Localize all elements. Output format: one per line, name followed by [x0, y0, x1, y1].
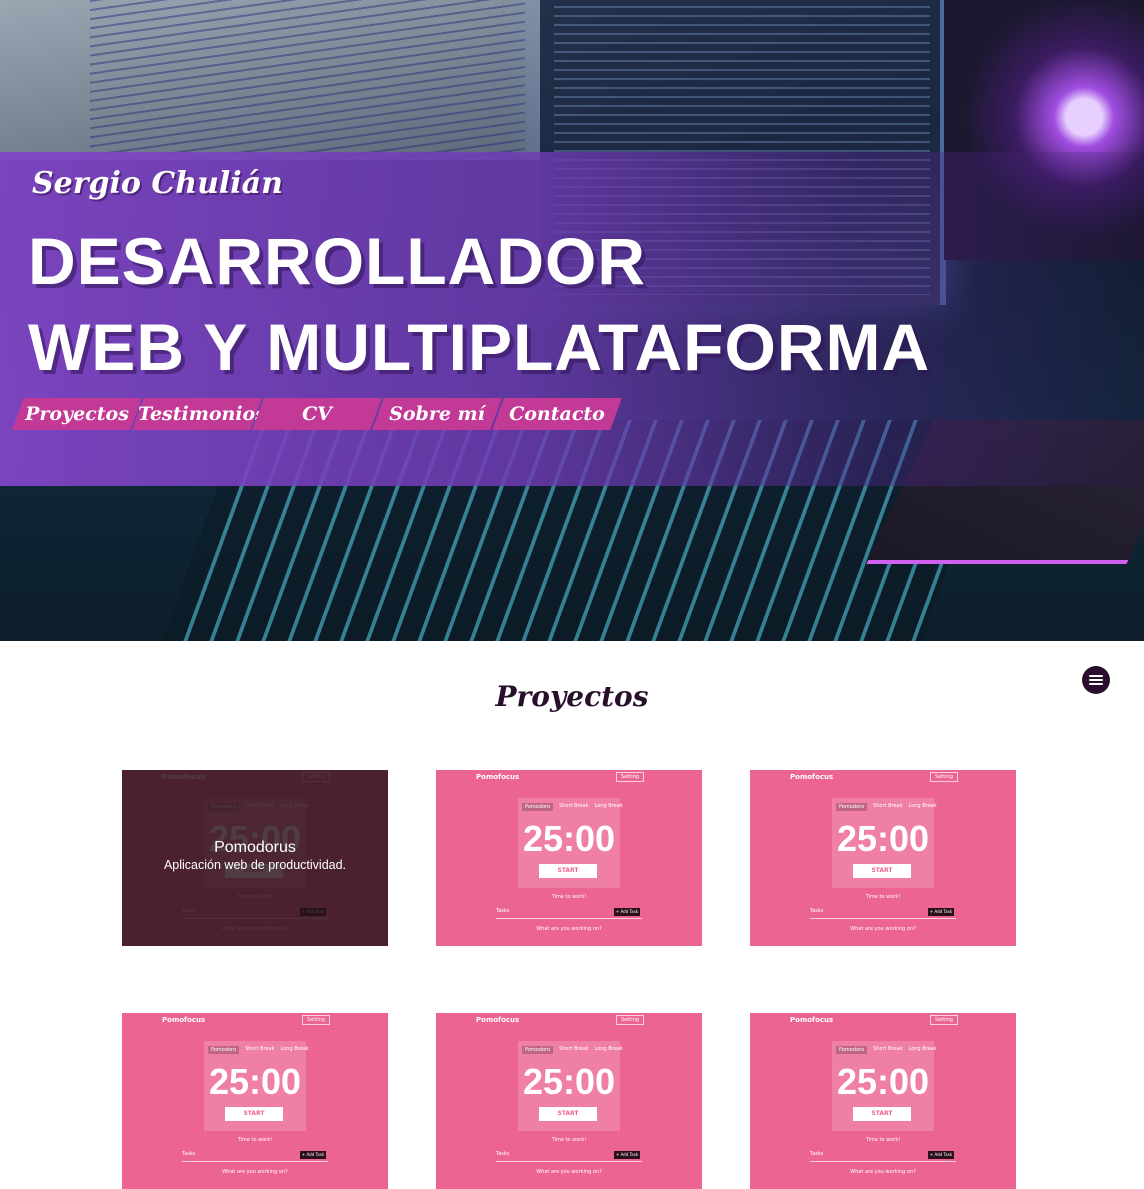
card-question: What are you working on?: [850, 1169, 916, 1175]
nav-label: Proyectos: [25, 403, 129, 425]
card-tab: Short Break: [873, 803, 903, 809]
card-tab: Long Break: [908, 1046, 937, 1052]
card-question: What are you working on?: [222, 1169, 288, 1175]
card-tab: Long Break: [908, 803, 937, 809]
card-tab: Short Break: [245, 1046, 275, 1052]
card-tab: Pomodoro: [208, 1046, 240, 1054]
card-setting: Setting: [616, 772, 644, 782]
main-nav: Proyectos Testimonios CV Sobre mí Contac…: [12, 398, 622, 430]
card-timer: 25:00: [836, 1061, 930, 1102]
card-question: What are you working on?: [850, 926, 916, 932]
card-tab: Short Break: [559, 803, 589, 809]
brand-name: Sergio Chulián: [32, 166, 283, 201]
card-tab: Pomodoro: [522, 1046, 554, 1054]
nav-label: Sobre mí: [389, 403, 485, 425]
card-question: What are you working on?: [536, 926, 602, 932]
card-tabs: Pomodoro Short Break Long Break: [522, 803, 623, 811]
card-tab: Short Break: [559, 1046, 589, 1052]
hero-headline: DESARROLLADOR WEB Y MULTIPLATAFORMA: [28, 218, 930, 390]
card-add-task: + Add Task: [928, 908, 954, 916]
card-hint: Time to work!: [551, 894, 587, 900]
card-start: START: [225, 1107, 283, 1121]
headline-line-1: DESARROLLADOR: [28, 224, 646, 298]
project-title: Pomodorus: [214, 839, 296, 856]
card-tab: Long Break: [280, 1046, 309, 1052]
card-timer: 25:00: [522, 818, 616, 859]
card-tab: Long Break: [594, 803, 623, 809]
card-tabs: Pomodoro Short Break Long Break: [836, 1046, 937, 1054]
nav-contacto[interactable]: Contacto: [492, 398, 622, 430]
project-card[interactable]: Pomofocus Setting Pomodoro Short Break L…: [436, 770, 702, 946]
card-start: START: [539, 864, 597, 878]
project-card[interactable]: Pomofocus Setting Pomodoro Short Break L…: [122, 1013, 388, 1189]
card-logo: Pomofocus: [162, 1016, 206, 1024]
nav-testimonios[interactable]: Testimonios: [132, 398, 266, 430]
card-hint: Time to work!: [237, 1137, 273, 1143]
card-tabs: Pomodoro Short Break Long Break: [208, 1046, 309, 1054]
card-logo: Pomofocus: [476, 773, 520, 781]
hero-section: Sergio Chulián DESARROLLADOR WEB Y MULTI…: [0, 0, 1144, 641]
card-hint: Time to work!: [865, 1137, 901, 1143]
card-hint: Time to work!: [865, 894, 901, 900]
card-tab: Long Break: [594, 1046, 623, 1052]
projects-title: Proyectos: [495, 680, 649, 713]
card-tab: Pomodoro: [836, 1046, 868, 1054]
card-add-task: + Add Task: [614, 908, 640, 916]
card-tabs: Pomodoro Short Break Long Break: [836, 803, 937, 811]
card-setting: Setting: [930, 1015, 958, 1025]
card-setting: Setting: [930, 772, 958, 782]
nav-label: Testimonios: [138, 403, 266, 425]
card-setting: Setting: [302, 1015, 330, 1025]
card-logo: Pomofocus: [476, 1016, 520, 1024]
card-tabs: Pomodoro Short Break Long Break: [522, 1046, 623, 1054]
nav-cv[interactable]: CV: [252, 398, 382, 430]
nav-sobre-mi[interactable]: Sobre mí: [372, 398, 502, 430]
card-timer: 25:00: [208, 1061, 302, 1102]
nav-label: CV: [302, 403, 332, 425]
card-add-task: + Add Task: [300, 1151, 326, 1159]
project-card[interactable]: Pomofocus Setting Pomodoro Short Break L…: [750, 770, 1016, 946]
card-setting: Setting: [616, 1015, 644, 1025]
project-card[interactable]: Pomofocus Setting Pomodoro Short Break L…: [750, 1013, 1016, 1189]
card-logo: Pomofocus: [790, 1016, 834, 1024]
project-card[interactable]: Pomofocus Setting Pomodoro Short Break L…: [436, 1013, 702, 1189]
card-start: START: [853, 1107, 911, 1121]
card-start: START: [853, 864, 911, 878]
card-tab: Pomodoro: [836, 803, 868, 811]
card-timer: 25:00: [522, 1061, 616, 1102]
nav-proyectos[interactable]: Proyectos: [12, 398, 142, 430]
hamburger-icon[interactable]: [1082, 666, 1110, 694]
card-tab: Short Break: [873, 1046, 903, 1052]
card-hint: Time to work!: [551, 1137, 587, 1143]
card-add-task: + Add Task: [928, 1151, 954, 1159]
card-question: What are you working on?: [536, 1169, 602, 1175]
card-logo: Pomofocus: [790, 773, 834, 781]
card-add-task: + Add Task: [614, 1151, 640, 1159]
nav-label: Contacto: [509, 403, 605, 425]
card-timer: 25:00: [836, 818, 930, 859]
card-tab: Pomodoro: [522, 803, 554, 811]
project-card[interactable]: Pomofocus Setting Pomodoro Short Break L…: [122, 770, 388, 946]
project-description: Aplicación web de productividad.: [163, 858, 347, 872]
card-start: START: [539, 1107, 597, 1121]
headline-line-2: WEB Y MULTIPLATAFORMA: [28, 310, 931, 384]
hero-background-left-monitor: [0, 0, 545, 160]
